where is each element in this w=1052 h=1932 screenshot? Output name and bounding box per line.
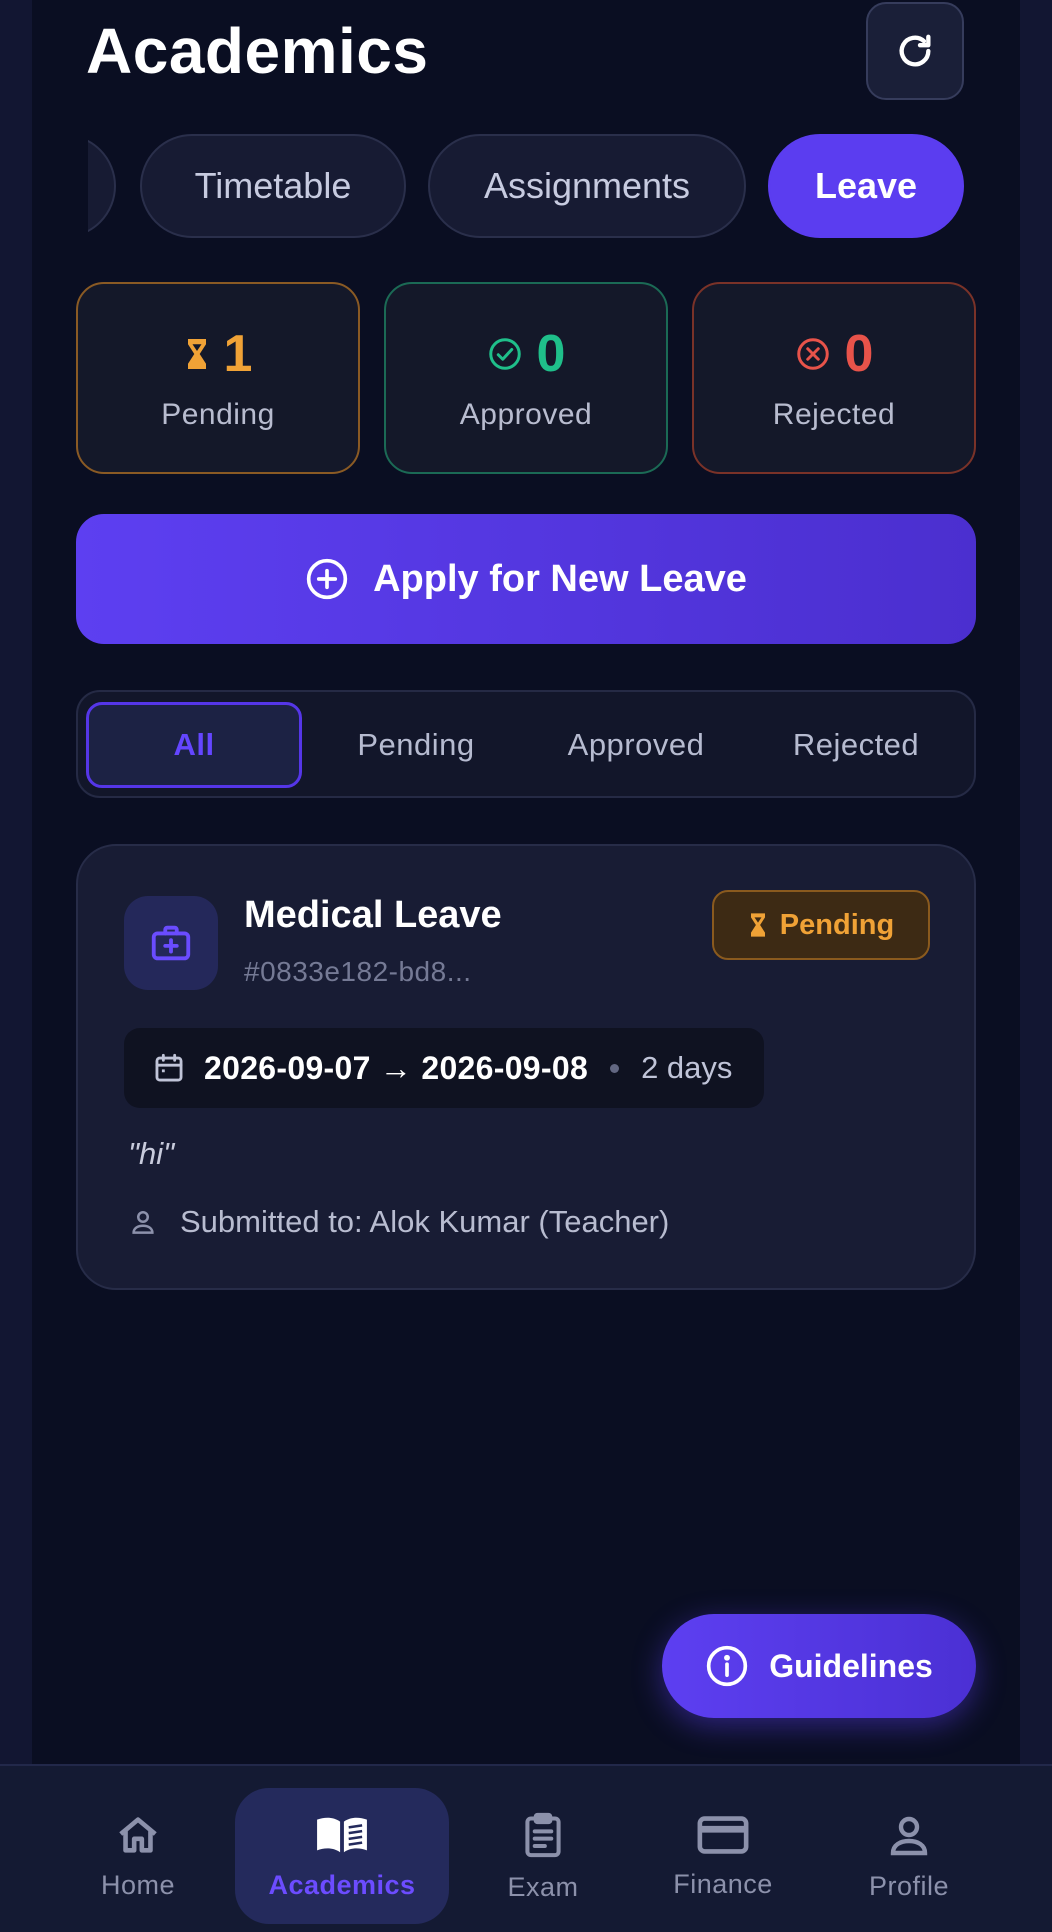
leave-duration: 2 days [641,1050,733,1085]
plus-circle-icon [306,558,348,600]
apply-leave-label: Apply for New Leave [373,557,747,600]
info-icon [707,1645,748,1687]
user-icon [132,1210,154,1234]
app-frame: Academics Timetable Assignments Leave 1 … [0,0,1052,1932]
apply-leave-button[interactable]: Apply for New Leave [76,514,976,644]
book-icon [317,1817,367,1852]
leave-request-card[interactable]: Medical Leave #0833e182-bd8... Pending 2… [76,844,976,1290]
guidelines-button[interactable]: Guidelines [662,1614,976,1718]
pending-label: Pending [161,398,275,431]
hourglass-icon [187,339,206,369]
nav-academics[interactable]: Academics [235,1788,449,1924]
academics-tabs: Timetable Assignments Leave [88,134,964,238]
clipboard-icon [525,1812,561,1857]
nav-exam-label: Exam [507,1871,579,1902]
filter-rejected[interactable]: Rejected [748,702,964,788]
submitted-to-text: Submitted to: Alok Kumar (Teacher) [180,1204,670,1239]
nav-home[interactable]: Home [31,1788,245,1924]
calendar-icon [155,1053,183,1082]
refresh-icon [899,34,931,67]
stat-rejected: 0 Rejected [692,282,976,474]
stat-approved: 0 Approved [384,282,668,474]
filter-all[interactable]: All [86,702,302,788]
page-title: Academics [86,15,429,87]
leave-date-range: 2026-09-07 → 2026-09-08 [204,1049,589,1086]
tab-leave[interactable]: Leave [768,134,964,238]
bottom-navigation: Home Academics Exam Finance Profile [0,1764,1052,1932]
leave-type-icon-box [124,896,218,990]
leave-reason: "hi" [128,1136,175,1171]
check-circle-icon [488,338,521,370]
hourglass-icon [750,913,765,937]
leave-type-title: Medical Leave [244,894,502,936]
tab-assignments[interactable]: Assignments [428,134,746,238]
leave-request-id: #0833e182-bd8... [244,956,472,987]
tab-previous-partial[interactable] [88,134,116,238]
status-badge: Pending [712,890,930,960]
user-icon [890,1816,928,1855]
status-badge-label: Pending [779,908,895,941]
guidelines-label: Guidelines [769,1647,933,1684]
medical-kit-icon [151,925,191,961]
tab-timetable[interactable]: Timetable [140,134,406,238]
pending-count: 1 [223,325,253,383]
x-circle-icon [796,338,829,370]
rejected-count: 0 [844,325,874,383]
nav-profile-label: Profile [868,1870,950,1901]
refresh-button[interactable] [866,2,964,100]
rejected-label: Rejected [772,398,896,431]
screen-edge-right [1020,0,1052,1764]
approved-count: 0 [536,325,566,383]
card-icon [697,1815,749,1854]
nav-home-label: Home [100,1869,176,1900]
stat-pending: 1 Pending [76,282,360,474]
home-icon [119,1816,157,1853]
screen-edge-left [0,0,32,1764]
leave-date-row: 2026-09-07 → 2026-09-08 2 days [124,1028,765,1108]
nav-academics-label: Academics [268,1869,416,1900]
approved-label: Approved [459,398,593,431]
nav-finance-label: Finance [673,1868,773,1899]
separator-dot [610,1063,620,1073]
nav-profile[interactable]: Profile [802,1788,1016,1924]
filter-pending[interactable]: Pending [308,702,524,788]
filter-approved[interactable]: Approved [528,702,744,788]
submitted-to-row: Submitted to: Alok Kumar (Teacher) [128,1204,669,1240]
nav-finance[interactable]: Finance [616,1788,830,1924]
status-filter-bar: All Pending Approved Rejected [76,690,976,798]
